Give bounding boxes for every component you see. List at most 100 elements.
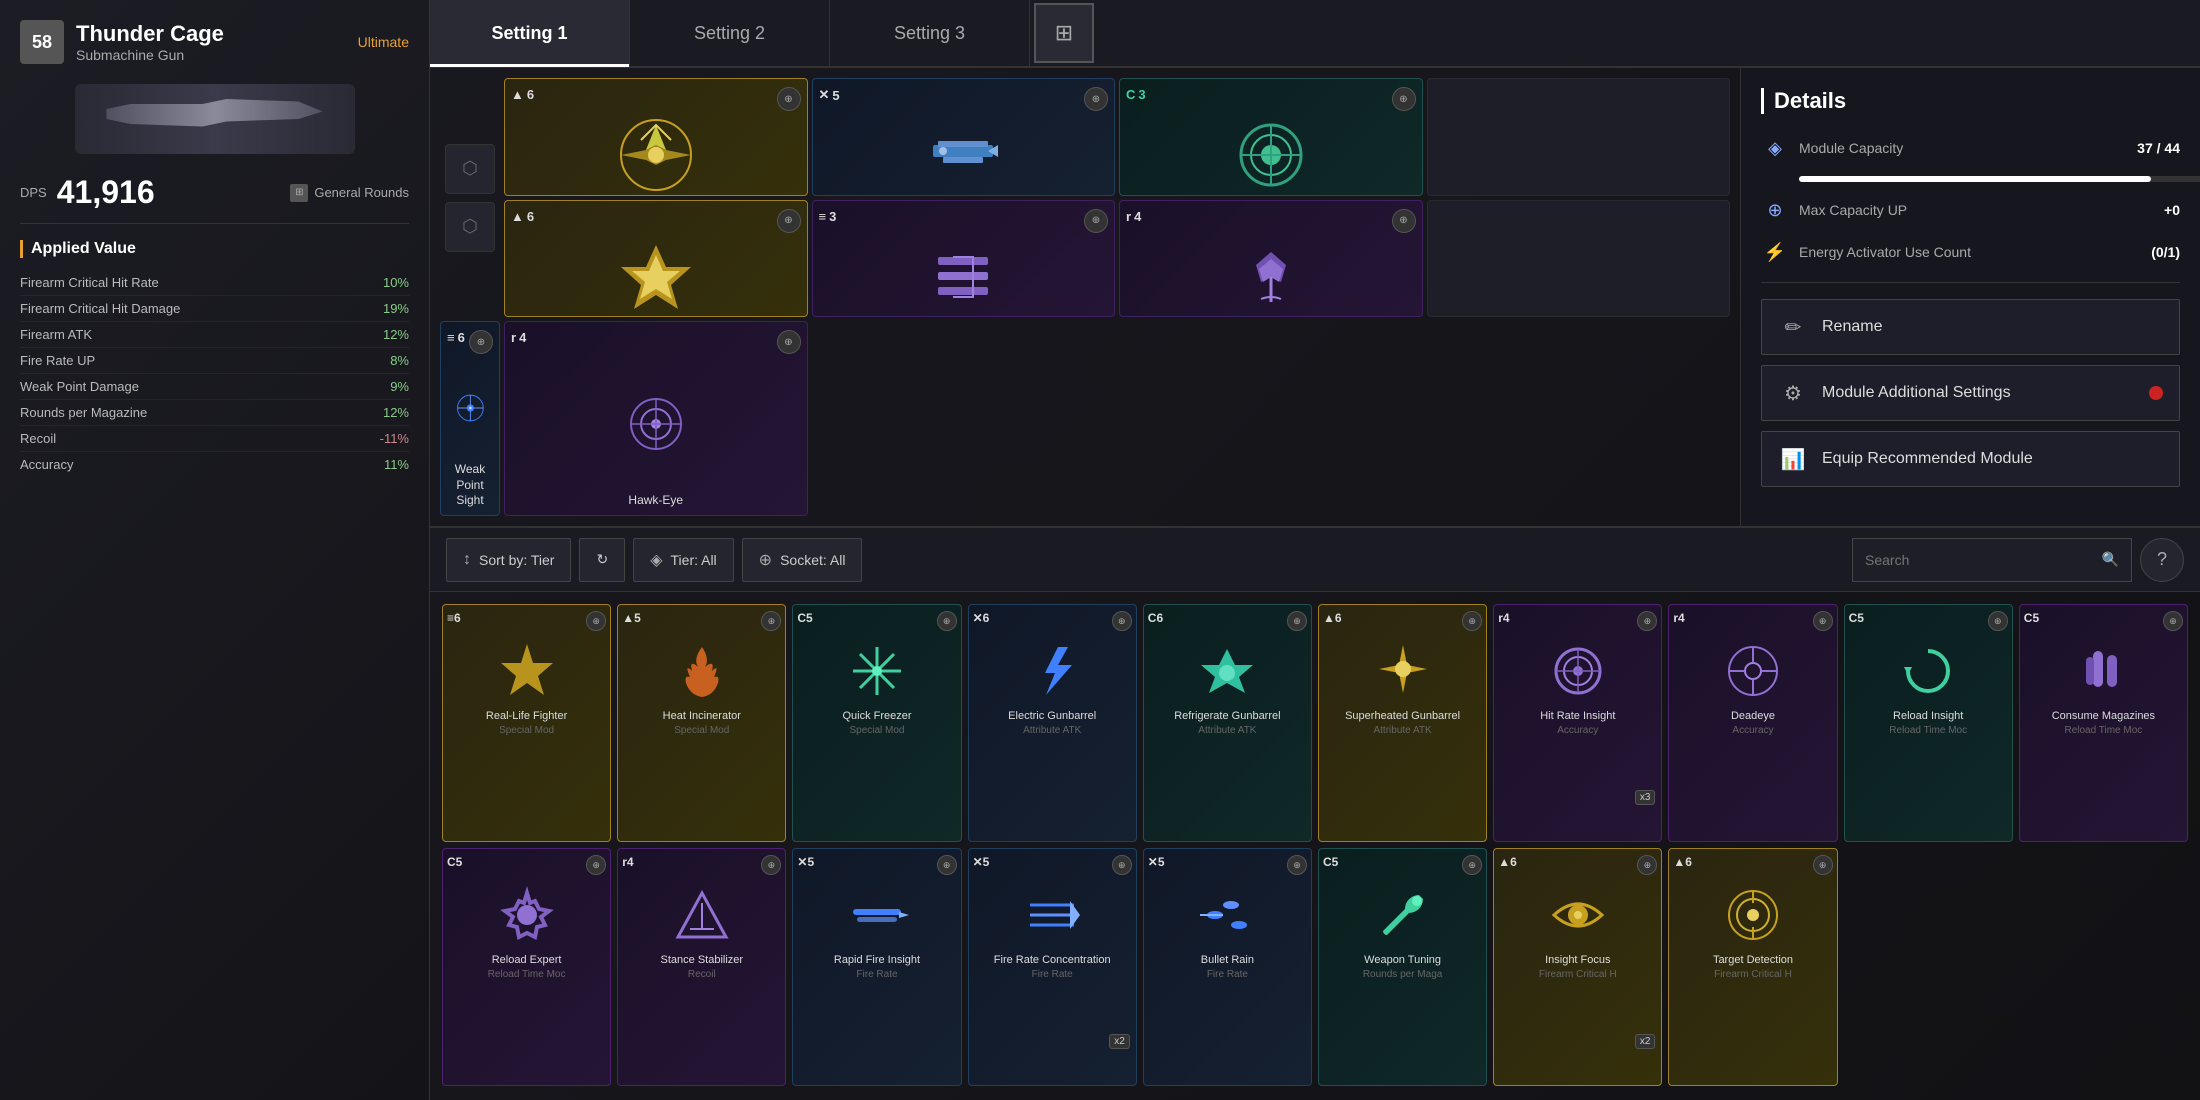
dps-section: DPS 41,916 ⊞ General Rounds	[20, 174, 409, 224]
module-tier: ✕5	[973, 855, 990, 875]
list-item[interactable]: ▲6 ⊕ x2 Insight Focus Firearm Critical H	[1493, 848, 1662, 1086]
list-item[interactable]: C6 ⊕ Refrigerate Gunbarrel Attribute ATK	[1143, 604, 1312, 842]
weapon-name: Thunder Cage	[76, 21, 224, 47]
module-name: Electric Gunbarrel	[1008, 709, 1096, 723]
module-icon	[1546, 883, 1610, 947]
module-tier: C6	[1148, 611, 1163, 631]
module-icon	[845, 639, 909, 703]
equipped-module-7[interactable]: r4 ⊕ Hawk-Eye	[504, 321, 808, 516]
tab-setting-2[interactable]: Setting 2	[630, 0, 830, 67]
side-slot-2[interactable]: ⬡	[445, 202, 495, 252]
refresh-button[interactable]: ↻	[579, 538, 625, 582]
module-category: Accuracy	[1732, 725, 1773, 736]
stat-row: Accuracy11%	[20, 452, 409, 477]
list-item[interactable]: ▲6 ⊕ Target Detection Firearm Critical H	[1668, 848, 1837, 1086]
settings-icon: ⚙	[1778, 378, 1808, 408]
search-input[interactable]	[1865, 552, 2094, 568]
stat-label: Weak Point Damage	[20, 379, 139, 394]
equip-recommended-button[interactable]: 📊 Equip Recommended Module	[1761, 431, 2180, 487]
list-item[interactable]: ✕6 ⊕ Electric Gunbarrel Attribute ATK	[968, 604, 1137, 842]
list-item[interactable]: r4 ⊕ x3 Hit Rate Insight Accuracy	[1493, 604, 1662, 842]
list-item[interactable]: ▲6 ⊕ Superheated Gunbarrel Attribute ATK	[1318, 604, 1487, 842]
module-tier: C5	[797, 611, 812, 631]
tier-filter-button[interactable]: ◈ Tier: All	[633, 538, 733, 582]
list-item[interactable]: ✕5 ⊕ Rapid Fire Insight Fire Rate	[792, 848, 961, 1086]
list-item[interactable]: C5 ⊕ Reload Insight Reload Time Moc	[1844, 604, 2013, 842]
equipped-module-2[interactable]: C3 ⊕ Expand Weapon Charge	[1119, 78, 1423, 196]
module-name: Reload Insight	[1893, 709, 1963, 723]
module-category: Attribute ATK	[1023, 725, 1081, 736]
module-icon	[845, 883, 909, 947]
capacity-label: Module Capacity	[1799, 140, 2127, 156]
module-list-grid: ≡6 ⊕ Real-Life Fighter Special Mod ▲5 ⊕ …	[430, 592, 2200, 1098]
energy-activator-row: ⚡ Energy Activator Use Count (0/1)	[1761, 238, 2180, 266]
tab-add-button[interactable]: ⊞	[1034, 3, 1094, 63]
module-socket: ⊕	[937, 855, 957, 875]
module-additional-settings-button[interactable]: ⚙ Module Additional Settings	[1761, 365, 2180, 421]
equipped-module-6[interactable]: ≡6 ⊕ Weak Point Sight	[440, 321, 500, 516]
list-item[interactable]: r4 ⊕ Stance Stabilizer Recoil	[617, 848, 786, 1086]
module-icon	[1896, 639, 1960, 703]
module-socket: ⊕	[586, 611, 606, 631]
module-top: r4 ⊕	[622, 855, 781, 875]
help-button[interactable]: ?	[2140, 538, 2184, 582]
module-tier: ≡6	[447, 611, 461, 631]
search-box[interactable]: 🔍	[1852, 538, 2132, 582]
module-top: C5 ⊕	[2024, 611, 2183, 631]
stat-value: 12%	[383, 405, 409, 420]
equipped-module-1[interactable]: ✕5 ⊕ Fire Rate UP Fire Rate	[812, 78, 1116, 196]
dps-label: DPS	[20, 185, 47, 200]
module-name: Quick Freezer	[842, 709, 911, 723]
module-category: Firearm Critical H	[1539, 969, 1617, 980]
equipped-module-0[interactable]: ▲6 ⊕ Better Concentration	[504, 78, 808, 196]
module-name: Bullet Rain	[1201, 953, 1254, 967]
module-tier: C5	[447, 855, 462, 875]
equipped-module-4[interactable]: ≡3 ⊕ Rifling Reinforcement	[812, 200, 1116, 318]
rename-button[interactable]: ✏ Rename	[1761, 299, 2180, 355]
list-item[interactable]: ▲5 ⊕ Heat Incinerator Special Mod	[617, 604, 786, 842]
divider-1	[1761, 282, 2180, 283]
module-icon	[1371, 883, 1435, 947]
module-socket: ⊕	[937, 611, 957, 631]
list-item[interactable]: ✕5 ⊕ Bullet Rain Fire Rate	[1143, 848, 1312, 1086]
module-name: Real-Life Fighter	[486, 709, 567, 723]
dps-value: 41,916	[57, 174, 155, 211]
stat-value: -11%	[380, 431, 409, 446]
applied-value-title: Applied Value	[20, 240, 409, 258]
list-item[interactable]: ✕5 ⊕ x2 Fire Rate Concentration Fire Rat…	[968, 848, 1137, 1086]
list-item[interactable]: C5 ⊕ Quick Freezer Special Mod	[792, 604, 961, 842]
stat-row: Fire Rate UP8%	[20, 348, 409, 374]
side-slots: ⬡ ⬡	[440, 78, 500, 317]
module-tier: r4	[1673, 611, 1684, 631]
module-socket: ⊕	[1813, 611, 1833, 631]
empty-slot-2[interactable]	[1427, 200, 1731, 318]
list-item[interactable]: ≡6 ⊕ Real-Life Fighter Special Mod	[442, 604, 611, 842]
stat-row: Firearm Critical Hit Damage19%	[20, 296, 409, 322]
equipped-module-3[interactable]: ▲6 ⊕ Better Insight	[504, 200, 808, 318]
tab-setting-1[interactable]: Setting 1	[430, 0, 630, 67]
list-item[interactable]: C5 ⊕ Weapon Tuning Rounds per Maga	[1318, 848, 1487, 1086]
module-icon	[495, 883, 559, 947]
list-item[interactable]: C5 ⊕ Reload Expert Reload Time Moc	[442, 848, 611, 1086]
tier-icon: ◈	[650, 550, 662, 570]
max-capacity-value: +0	[2164, 202, 2180, 218]
module-socket: ⊕	[761, 611, 781, 631]
list-item[interactable]: C5 ⊕ Consume Magazines Reload Time Moc	[2019, 604, 2188, 842]
filter-bar: ↕ Sort by: Tier ↻ ◈ Tier: All ⊕ Socket: …	[430, 528, 2200, 592]
equipped-module-5[interactable]: r4 ⊕ Vibration Absorption	[1119, 200, 1423, 318]
sort-button[interactable]: ↕ Sort by: Tier	[446, 538, 571, 582]
module-socket: ⊕	[1813, 855, 1833, 875]
socket-label: Socket: All	[780, 552, 845, 568]
module-icon	[670, 639, 734, 703]
module-name: Hit Rate Insight	[1540, 709, 1615, 723]
socket-filter-button[interactable]: ⊕ Socket: All	[742, 538, 863, 582]
list-item[interactable]: r4 ⊕ Deadeye Accuracy	[1668, 604, 1837, 842]
module-name: Consume Magazines	[2052, 709, 2155, 723]
stat-label: Recoil	[20, 431, 56, 446]
module-name: Deadeye	[1731, 709, 1775, 723]
tab-setting-3[interactable]: Setting 3	[830, 0, 1030, 67]
stat-value: 9%	[390, 379, 409, 394]
left-panel: 58 Thunder Cage Submachine Gun Ultimate …	[0, 0, 430, 1100]
side-slot-1[interactable]: ⬡	[445, 144, 495, 194]
empty-slot-1[interactable]	[1427, 78, 1731, 196]
